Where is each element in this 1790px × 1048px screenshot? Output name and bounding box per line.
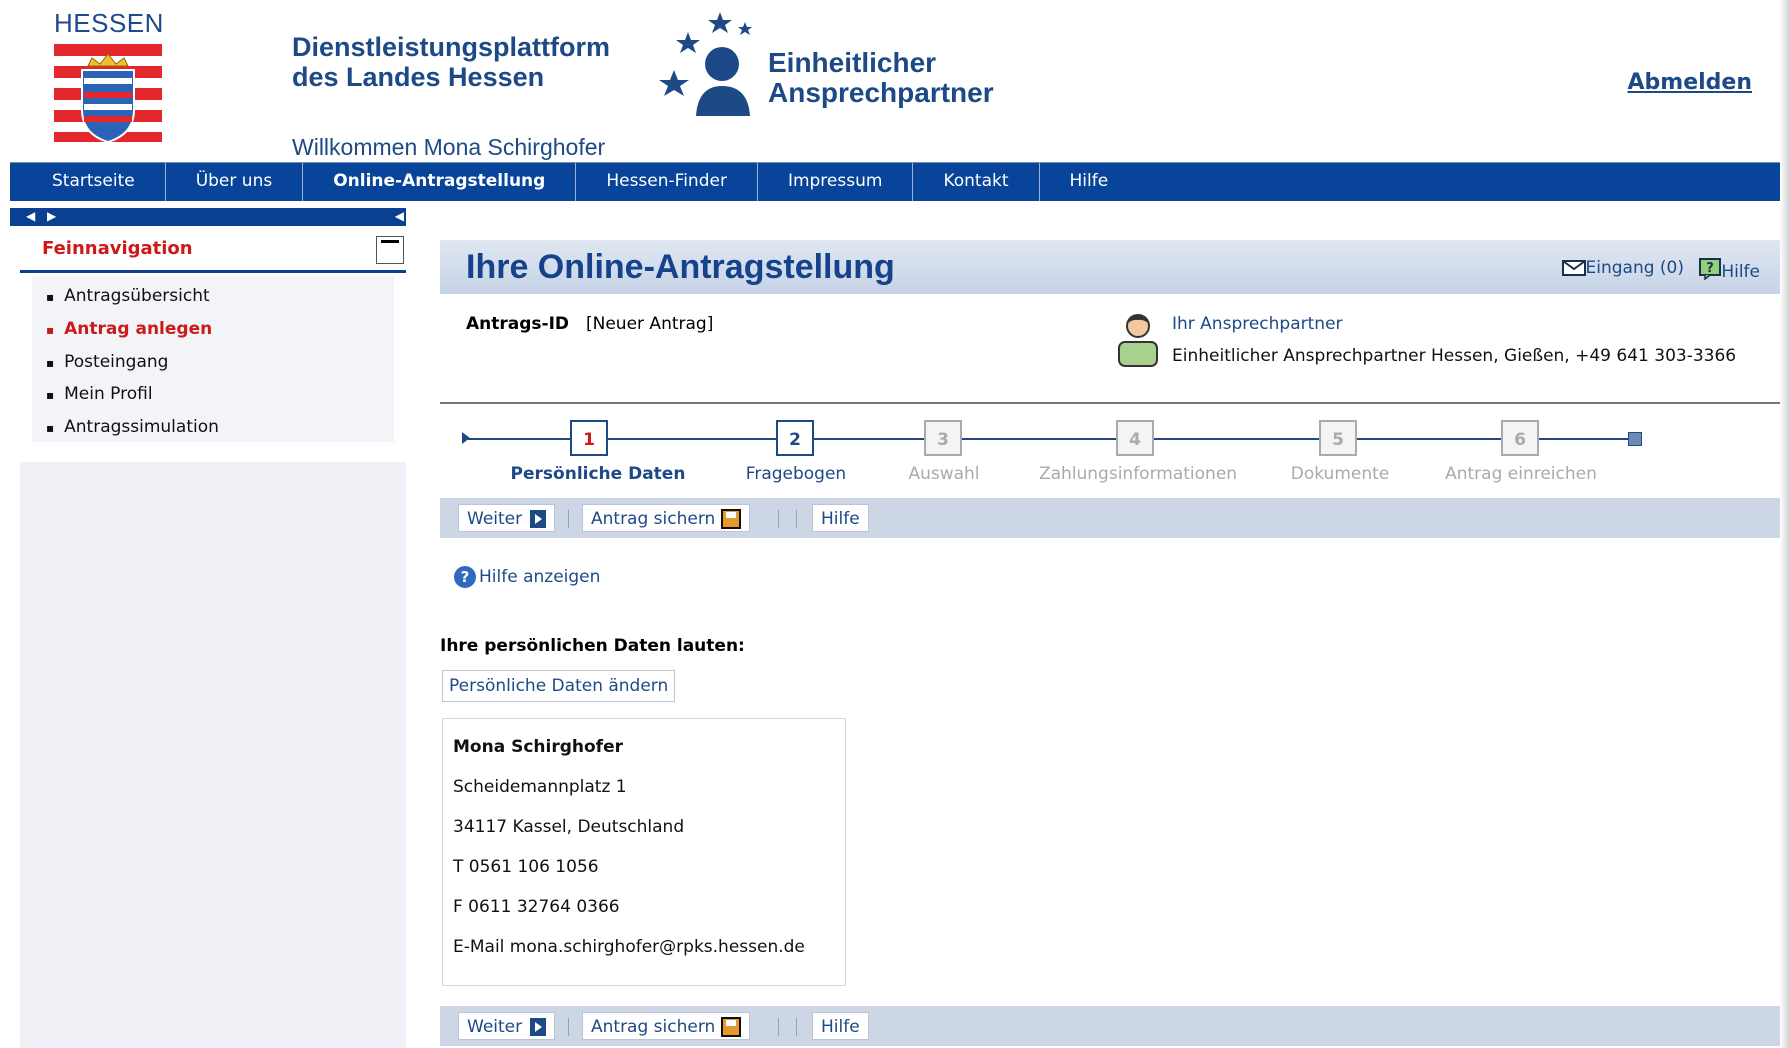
envelope-icon [1561,260,1586,276]
step-3-label: Auswahl [908,464,980,484]
nav-item-ueber-uns[interactable]: Über uns [166,163,304,201]
step-4-label: Zahlungsinformationen [1038,464,1238,484]
step-6-box: 6 [1501,420,1539,456]
save-button-label: Antrag sichern [591,509,716,529]
state-label: HESSEN [54,8,164,38]
help-speech-icon: ? [1699,258,1722,281]
step-3-box: 3 [924,420,962,456]
hessen-coat-of-arms-logo [54,44,162,152]
person-street: Scheidemannplatz 1 [453,777,627,797]
sidebar-item-antrag-anlegen[interactable]: Antrag anlegen [46,319,212,339]
question-circle-icon: ? [454,566,476,588]
save-button-label: Antrag sichern [591,1017,716,1037]
nav-item-startseite[interactable]: Startseite [10,163,166,201]
sidebar-collapse-icon[interactable]: ◀ [395,209,404,223]
nav-item-impressum[interactable]: Impressum [758,163,914,201]
toolbar-separator [778,1018,779,1036]
sidebar-menu: Antragsübersicht Antrag anlegen Posteing… [32,276,394,442]
nav-item-online-antragstellung[interactable]: Online-Antragstellung [303,163,577,201]
floppy-disk-icon [721,509,742,529]
change-personal-data-button[interactable]: Persönliche Daten ändern [442,670,676,702]
sidebar-toggle-bar: ◀ ▶ ◀ [10,208,406,226]
contact-person-icon [1118,314,1158,367]
sidebar-minimize-icon[interactable] [376,236,404,264]
toolbar-help-button[interactable]: Hilfe [812,504,869,532]
toolbar-separator [778,510,779,528]
next-button[interactable]: Weiter [458,504,556,532]
toolbar-separator [796,1018,797,1036]
platform-title: Dienstleistungsplattform des Landes Hess… [292,32,610,92]
person-fax: F 0611 32764 0366 [453,897,620,917]
logo-text-line1: Einheitlicher [768,47,937,78]
site-header: HESSEN Dienstleistungsplattform des Land… [10,0,1780,162]
show-help-link[interactable]: ? Hilfe anzeigen [454,566,600,588]
toolbar-separator [568,1018,569,1036]
progress-end-icon [1628,432,1642,446]
svg-text:?: ? [1707,261,1715,276]
section-divider [440,402,1780,404]
person-city: 34117 Kassel, Deutschland [453,817,685,837]
inbox-link[interactable]: Eingang (0) [1561,258,1685,278]
nav-item-kontakt[interactable]: Kontakt [913,163,1040,201]
einheitlicher-ansprechpartner-logo-icon [659,12,752,116]
step-2-box[interactable]: 2 [776,420,814,456]
person-name: Mona Schirghofer [453,737,623,757]
person-phone: T 0561 106 1056 [453,857,599,877]
floppy-disk-icon [721,1017,742,1037]
sidebar-expand-arrows-icon[interactable]: ◀ ▶ [26,209,60,223]
sidebar-header: Feinnavigation [20,232,406,273]
save-application-button-bottom[interactable]: Antrag sichern [582,1012,751,1040]
show-help-label: Hilfe anzeigen [479,567,601,587]
nav-item-hessen-finder[interactable]: Hessen-Finder [576,163,758,201]
antrags-id-value: [Neuer Antrag] [586,314,714,334]
toolbar-separator [796,510,797,528]
contact-person-link[interactable]: Ihr Ansprechpartner [1172,314,1343,334]
page-title: Ihre Online-Antragstellung [466,248,895,286]
next-button-bottom[interactable]: Weiter [458,1012,556,1040]
main-navigation: Startseite Über uns Online-Antragstellun… [10,162,1782,201]
toolbar-help-button-bottom[interactable]: Hilfe [812,1012,869,1040]
antrags-id-label: Antrags-ID [466,314,570,334]
toolbar-separator [568,510,569,528]
save-application-button[interactable]: Antrag sichern [582,504,751,532]
step-5-box: 5 [1319,420,1357,456]
progress-steps: 1 Persönliche Daten 2 Fragebogen 3 Auswa… [440,410,1780,494]
logout-link[interactable]: Abmelden [1628,70,1753,95]
sidebar-title: Feinnavigation [42,238,193,259]
main-header-bar: Ihre Online-Antragstellung Eingang (0) ?… [440,240,1780,294]
play-arrow-icon [530,510,547,528]
platform-title-line1: Dienstleistungsplattform [292,32,611,62]
step-6-label: Antrag einreichen [1445,464,1597,484]
nav-item-hilfe[interactable]: Hilfe [1040,163,1139,201]
step-4-box: 4 [1116,420,1154,456]
sidebar-item-antragssimulation[interactable]: Antragssimulation [46,417,219,437]
logo-text-line2: Ansprechpartner [768,77,994,108]
logo-text: Einheitlicher Ansprechpartner [768,48,994,108]
window-edge-shadow [1780,0,1790,1048]
header-help-label: Hilfe [1721,262,1760,282]
step-2-label[interactable]: Fragebogen [746,464,846,484]
progress-line [468,438,1630,440]
action-toolbar-bottom: Weiter Antrag sichern Hilfe [440,1006,1780,1046]
contact-person-details: Einheitlicher Ansprechpartner Hessen, Gi… [1172,346,1737,366]
personal-data-heading: Ihre persönlichen Daten lauten: [440,636,745,656]
next-button-label: Weiter [467,509,523,529]
personal-data-card: Mona Schirghofer Scheidemannplatz 1 3411… [442,718,846,986]
action-toolbar-top: Weiter Antrag sichern Hilfe [440,498,1780,538]
step-1-label[interactable]: Persönliche Daten [511,464,686,484]
next-button-label: Weiter [467,1017,523,1037]
step-1-box[interactable]: 1 [570,420,608,456]
inbox-label: Eingang (0) [1585,258,1685,278]
sidebar-item-mein-profil[interactable]: Mein Profil [46,384,152,404]
header-help-link[interactable]: ? Hilfe [1699,258,1760,282]
person-email: E-Mail mona.schirghofer@rpks.hessen.de [453,937,805,957]
platform-title-line2: des Landes Hessen [292,62,545,92]
sidebar-background [20,462,406,1048]
sidebar-item-antragsuebersicht[interactable]: Antragsübersicht [46,286,210,306]
browser-page: HESSEN Dienstleistungsplattform des Land… [0,0,1790,1048]
step-5-label: Dokumente [1290,464,1390,484]
welcome-message: Willkommen Mona Schirghofer [292,134,606,160]
sidebar-item-posteingang[interactable]: Posteingang [46,352,168,372]
play-arrow-icon [530,1018,547,1036]
